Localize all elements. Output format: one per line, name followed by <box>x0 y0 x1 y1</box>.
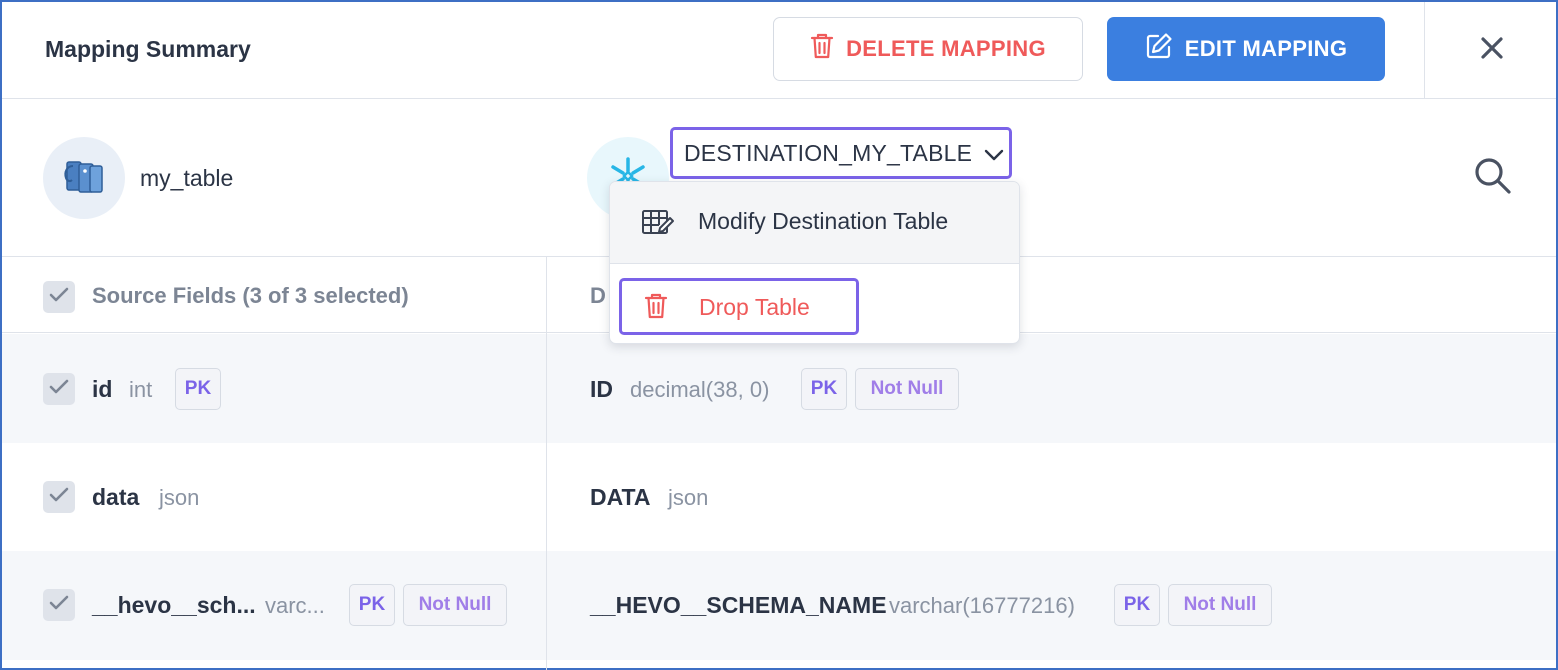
source-field-name: id <box>92 376 113 402</box>
source-field-type: json <box>159 485 200 510</box>
not-null-badge: Not Null <box>403 584 507 626</box>
table-edit-icon <box>641 208 675 241</box>
destination-field-type: varchar(16777216) <box>889 593 1075 618</box>
destination-field-type: decimal(38, 0) <box>630 377 770 402</box>
postgres-elephant-icon <box>59 156 109 201</box>
edit-icon <box>1145 32 1173 66</box>
chevron-down-icon <box>984 140 1004 167</box>
checkmark-icon <box>49 287 69 308</box>
pk-badge: PK <box>1114 584 1160 626</box>
not-null-badge: Not Null <box>855 368 959 410</box>
destination-field-name: ID <box>590 376 613 402</box>
source-field-name: data <box>92 484 140 510</box>
menu-item-drop-table[interactable]: Drop Table <box>619 278 859 335</box>
delete-mapping-button[interactable]: DELETE MAPPING <box>773 17 1083 81</box>
checkmark-icon <box>49 379 69 400</box>
pk-badge: PK <box>175 368 221 410</box>
header-divider <box>1424 2 1425 98</box>
edit-mapping-label: EDIT MAPPING <box>1184 36 1348 61</box>
select-all-checkbox[interactable] <box>43 281 75 313</box>
not-null-badge: Not Null <box>1168 584 1272 626</box>
column-divider <box>546 257 547 670</box>
pk-badge: PK <box>801 368 847 410</box>
source-field-name: __hevo__sch... <box>92 592 256 618</box>
search-icon <box>1473 156 1513 201</box>
destination-fields-label: D <box>590 283 606 308</box>
source-table-name: my_table <box>140 165 234 191</box>
source-avatar <box>43 137 125 219</box>
checkmark-icon <box>49 595 69 616</box>
destination-field-name: __HEVO__SCHEMA_NAME <box>590 592 887 618</box>
menu-item-label: Drop Table <box>699 294 810 320</box>
field-checkbox[interactable] <box>43 373 75 405</box>
pk-badge: PK <box>349 584 395 626</box>
destination-field-type: json <box>668 485 709 510</box>
modal-header: Mapping Summary DELETE MAPPING EDIT MAPP… <box>2 2 1556 99</box>
menu-item-modify-destination-table[interactable]: Modify Destination Table <box>610 182 1019 264</box>
source-field-type: int <box>129 377 153 402</box>
delete-mapping-label: DELETE MAPPING <box>846 36 1046 61</box>
trash-icon <box>644 292 668 325</box>
destination-table-select[interactable]: DESTINATION_MY_TABLE <box>670 127 1012 179</box>
source-fields-label: Source Fields (3 of 3 selected) <box>92 283 409 308</box>
destination-field-name: DATA <box>590 484 651 510</box>
close-icon <box>1480 36 1504 65</box>
source-field-type: varc... <box>265 593 325 618</box>
table-row: id int PK ID decimal(38, 0) PK Not Null <box>2 334 1556 443</box>
close-button[interactable] <box>1472 30 1512 70</box>
field-checkbox[interactable] <box>43 481 75 513</box>
destination-table-menu: Modify Destination Table Drop Table <box>609 181 1020 344</box>
destination-table-value: DESTINATION_MY_TABLE <box>684 139 973 166</box>
table-row: data json DATA json <box>2 443 1556 552</box>
checkmark-icon <box>49 487 69 508</box>
modal-title: Mapping Summary <box>45 36 251 62</box>
menu-item-label: Modify Destination Table <box>698 208 949 234</box>
field-checkbox[interactable] <box>43 589 75 621</box>
search-button[interactable] <box>1470 155 1516 201</box>
edit-mapping-button[interactable]: EDIT MAPPING <box>1107 17 1385 81</box>
table-row: __hevo__sch... varc... PK Not Null __HEV… <box>2 551 1556 660</box>
trash-icon <box>810 32 834 66</box>
